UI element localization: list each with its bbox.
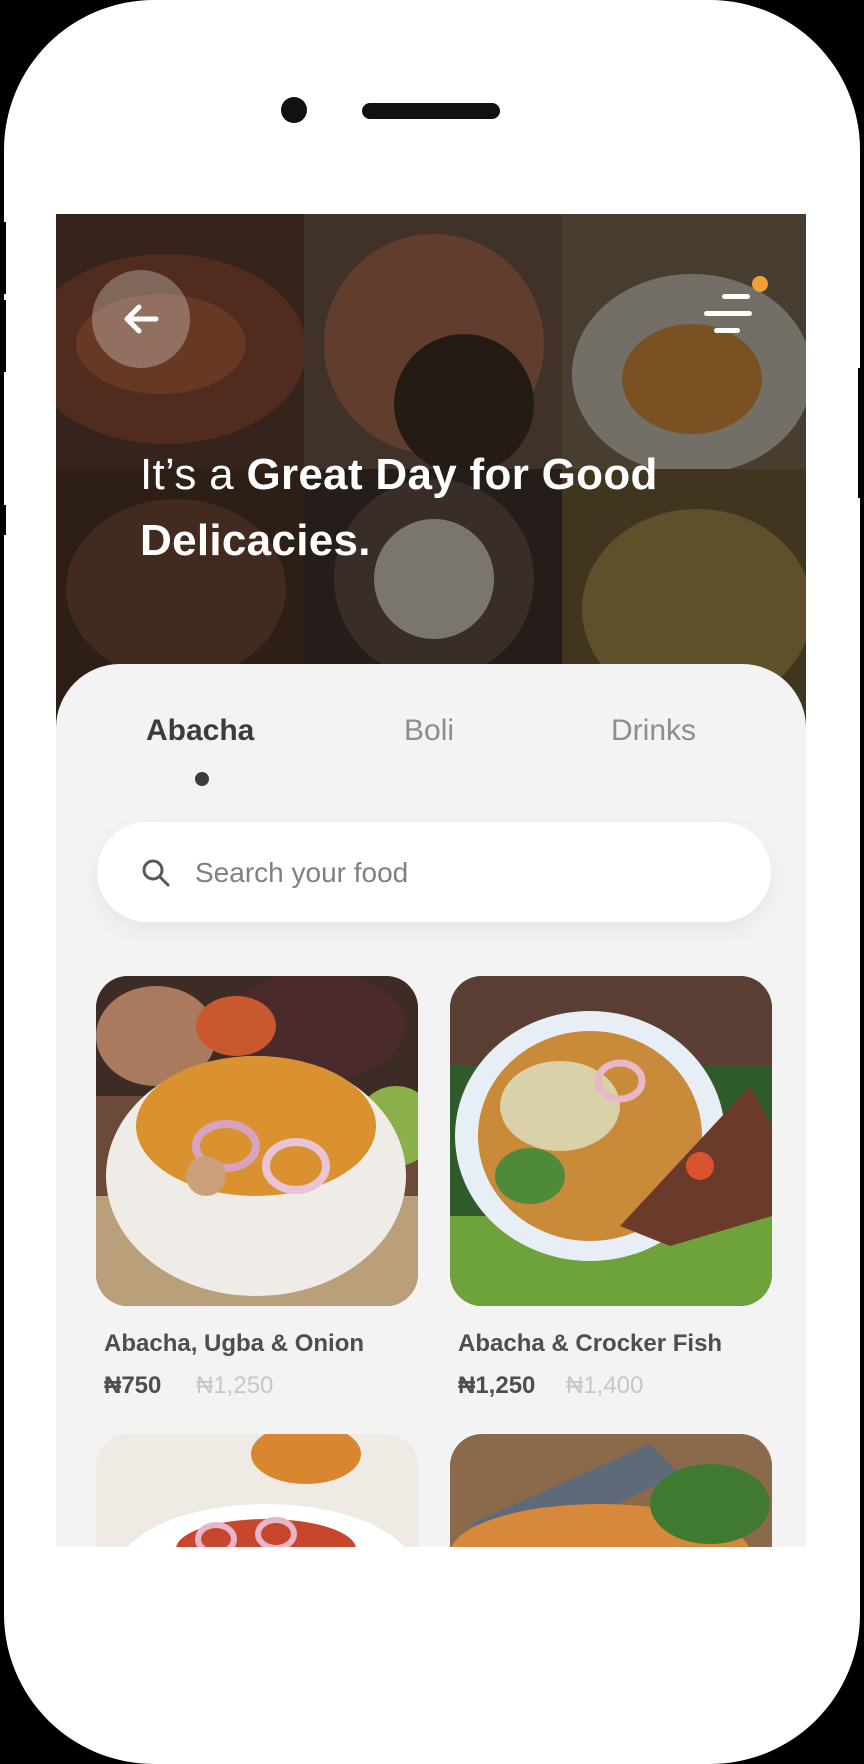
menu-button[interactable]: [696, 276, 772, 338]
product-card[interactable]: Abacha & Crocker Fish ₦1,250 ₦1,400: [450, 976, 772, 1416]
content-sheet: Abacha Boli Drinks Search your food Abac…: [56, 664, 806, 1547]
tab-abacha[interactable]: Abacha: [146, 714, 254, 748]
search-input[interactable]: [193, 846, 717, 900]
arrow-left-icon: [124, 304, 159, 334]
product-card[interactable]: Abacha, Ugba & Onion ₦750 ₦1,250: [96, 976, 418, 1416]
product-image: [96, 1434, 418, 1547]
side-button: [0, 222, 6, 294]
product-name: Abacha & Crocker Fish: [458, 1330, 723, 1357]
phone-frame: It’s a Great Day for Good Delicacies. Ab…: [0, 0, 864, 1764]
search-bar[interactable]: [97, 822, 771, 922]
product-name: Abacha, Ugba & Onion: [104, 1330, 365, 1357]
search-icon: [142, 859, 170, 887]
side-button: [0, 300, 6, 372]
product-image: [450, 1434, 772, 1547]
product-card[interactable]: [96, 1434, 418, 1547]
product-old-price: ₦1,250: [196, 1372, 274, 1399]
product-price: ₦1,250: [458, 1372, 536, 1399]
speaker-grill: [362, 103, 500, 119]
app-screen: It’s a Great Day for Good Delicacies. Ab…: [56, 214, 806, 1547]
front-camera: [281, 97, 307, 123]
page-title: It’s a Great Day for Good Delicacies.: [140, 442, 740, 574]
side-button: [858, 368, 864, 498]
back-button[interactable]: [92, 270, 190, 368]
hero-banner: It’s a Great Day for Good Delicacies.: [56, 214, 806, 734]
screen-bottom: [56, 1547, 806, 1667]
product-old-price: ₦1,400: [566, 1372, 644, 1399]
side-button: [0, 505, 6, 535]
product-image: [96, 976, 418, 1306]
active-tab-indicator: [195, 772, 209, 786]
category-tabs: Abacha Boli Drinks: [56, 664, 806, 794]
product-price: ₦750: [104, 1372, 162, 1399]
headline-light: It’s a: [140, 450, 247, 499]
tab-drinks[interactable]: Drinks: [611, 714, 696, 748]
product-card[interactable]: [450, 1434, 772, 1547]
tab-boli[interactable]: Boli: [404, 714, 454, 748]
product-image: [450, 976, 772, 1306]
notification-dot: [752, 276, 768, 292]
